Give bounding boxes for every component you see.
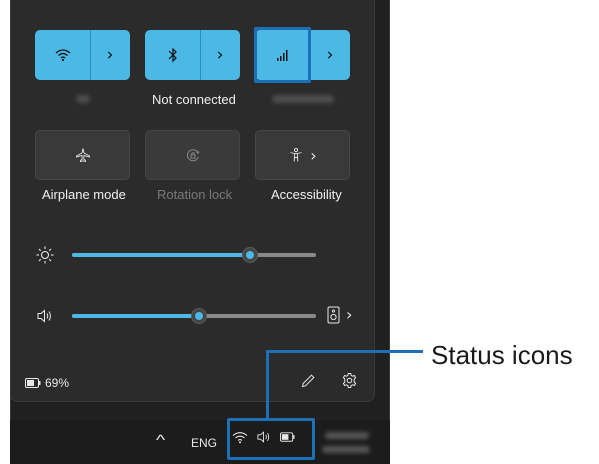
clock-time-blurred <box>325 432 369 439</box>
bluetooth-status-label: Not connected <box>152 92 236 107</box>
airplane-mode-tile[interactable] <box>35 130 130 180</box>
bluetooth-expand-button[interactable]: › <box>200 30 240 80</box>
accessibility-icon <box>290 147 302 162</box>
accessibility-label: Accessibility <box>271 187 342 202</box>
wifi-expand-button[interactable]: › <box>90 30 130 80</box>
rotation-lock-tile <box>145 130 240 180</box>
wifi-toggle[interactable] <box>35 30 90 80</box>
cellular-highlight-box <box>254 27 311 83</box>
bluetooth-icon <box>168 47 177 63</box>
taskbar: ^ ENG <box>10 420 390 464</box>
battery-icon <box>25 378 41 388</box>
accessibility-tile[interactable]: › <box>255 130 350 180</box>
callout-horizontal-line <box>266 350 423 353</box>
bluetooth-toggle[interactable] <box>145 30 200 80</box>
chevron-right-icon: › <box>326 45 334 65</box>
pencil-icon[interactable] <box>300 373 316 389</box>
wifi-tile[interactable]: › <box>35 30 130 80</box>
brightness-slider-track[interactable] <box>72 253 316 257</box>
clock-date-blurred <box>322 446 370 453</box>
chevron-right-icon: › <box>310 145 317 165</box>
rotation-lock-icon <box>186 149 199 162</box>
quick-settings-footer: 69% <box>10 360 375 402</box>
airplane-icon <box>75 148 90 163</box>
cellular-carrier-label-blurred <box>272 95 334 103</box>
chevron-right-icon: › <box>216 45 224 65</box>
chevron-right-icon: › <box>106 45 114 65</box>
rotation-lock-label: Rotation lock <box>157 187 233 202</box>
volume-slider-thumb[interactable] <box>190 308 207 324</box>
show-hidden-icons-chevron[interactable]: ^ <box>156 432 165 449</box>
callout-label: Status icons <box>431 340 573 370</box>
screenshot-stage: › › Not connected › Airplane mode Rotati… <box>0 0 599 464</box>
cellular-expand-button[interactable]: › <box>310 30 350 80</box>
wifi-network-label-blurred <box>76 95 90 103</box>
brightness-icon <box>36 246 54 264</box>
battery-status[interactable]: 69% <box>25 376 69 390</box>
volume-icon <box>37 309 51 323</box>
speaker-device-icon <box>327 306 340 323</box>
gear-icon[interactable] <box>341 372 358 389</box>
input-language-indicator[interactable]: ENG <box>191 436 217 450</box>
wifi-icon <box>55 49 70 62</box>
battery-percent: 69% <box>45 376 70 390</box>
callout-vertical-line <box>266 350 269 420</box>
volume-slider-fill <box>72 314 199 318</box>
bluetooth-tile[interactable]: › <box>145 30 240 80</box>
brightness-slider-fill <box>72 253 251 257</box>
airplane-mode-label: Airplane mode <box>42 187 126 202</box>
brightness-slider-thumb[interactable] <box>242 247 259 263</box>
chevron-right-icon: › <box>346 305 353 324</box>
audio-output-button[interactable]: › <box>327 305 352 324</box>
status-icons-highlight-box <box>227 418 315 460</box>
